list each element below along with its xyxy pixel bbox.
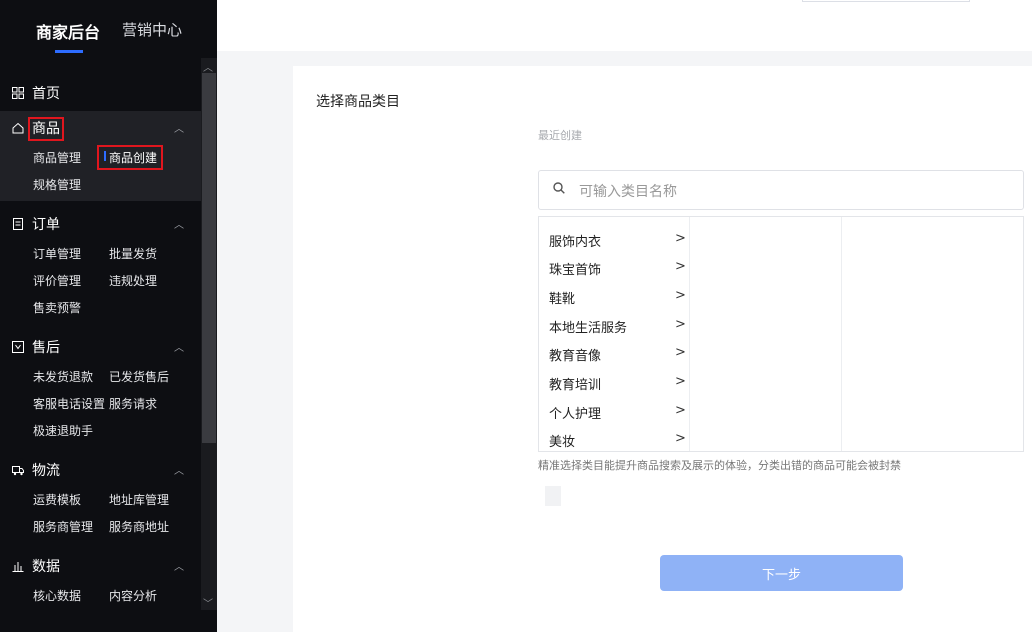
chevron-right-icon: > — [675, 431, 686, 446]
sidebar-item-batch-ship[interactable]: 批量发货 — [109, 245, 157, 262]
category-item[interactable]: 美妆 > — [549, 431, 689, 451]
sidebar-item-home[interactable]: 首页 — [12, 83, 60, 103]
sidebar-group-label: 订单 — [32, 217, 60, 233]
chevron-right-icon: > — [675, 345, 686, 360]
sidebar-item-service-phone[interactable]: 客服电话设置 — [33, 395, 105, 412]
sidebar-item-service-request[interactable]: 服务请求 — [109, 395, 157, 412]
page-title: 选择商品类目 — [316, 94, 400, 110]
document-icon — [13, 218, 23, 230]
chevron-right-icon: > — [675, 317, 686, 332]
category-label: 本地生活服务 — [549, 321, 628, 336]
sidebar-group-data[interactable]: 数据 — [12, 556, 60, 576]
category-label: 教育培训 — [549, 378, 602, 393]
sidebar-item-review-manage[interactable]: 评价管理 — [33, 272, 81, 289]
chevron-right-icon: > — [675, 288, 686, 303]
bar-chart-icon — [12, 562, 24, 572]
sidebar-item-spec-manage[interactable]: 规格管理 — [33, 176, 81, 193]
category-item[interactable]: 教育音像 > — [549, 345, 689, 367]
chevron-up-icon[interactable]: ︿ — [174, 216, 184, 231]
search-icon — [553, 182, 565, 194]
category-hint: 精准选择类目能提升商品搜索及展示的体验，分类出错的商品可能会被封禁 — [538, 459, 901, 472]
sidebar: 商家后台 营销中心 首页 商品 ︿ 商品管理 商品创建 规格管理 订单 ︿ 订单… — [0, 0, 217, 632]
main-header — [217, 0, 1032, 51]
sidebar-group-label: 数据 — [32, 559, 60, 575]
sidebar-group-label: 售后 — [32, 340, 60, 356]
sidebar-item-address-manage[interactable]: 地址库管理 — [109, 491, 169, 508]
tab-marketing-center[interactable]: 营销中心 — [122, 19, 182, 40]
sidebar-item-fast-refund[interactable]: 极速退助手 — [33, 422, 93, 439]
truck-icon — [12, 466, 24, 476]
highlight-box-product-create — [97, 145, 163, 170]
category-item[interactable]: 个人护理 > — [549, 403, 689, 425]
category-item[interactable]: 服饰内衣 > — [549, 231, 689, 253]
chevron-right-icon: > — [675, 374, 686, 389]
sidebar-item-freight-template[interactable]: 运费模板 — [33, 491, 81, 508]
sidebar-item-core-data[interactable]: 核心数据 — [33, 587, 81, 604]
category-label: 美妆 — [549, 435, 576, 450]
sidebar-scroll-thumb[interactable] — [202, 73, 216, 443]
category-columns: 服饰内衣 > 珠宝首饰 > 鞋靴 > 本地生活服务 > 教育音像 > 教育培训 > 个人护理… — [538, 216, 1024, 452]
category-label: 教育音像 — [549, 349, 602, 364]
sidebar-item-label: 首页 — [32, 86, 60, 102]
category-label: 个人护理 — [549, 407, 602, 422]
category-item[interactable]: 鞋靴 > — [549, 288, 689, 310]
chevron-up-icon[interactable]: ︿ — [174, 339, 184, 354]
highlight-box-product — [28, 117, 64, 141]
sidebar-item-content-analysis[interactable]: 内容分析 — [109, 587, 157, 604]
sidebar-item-violation[interactable]: 违规处理 — [109, 272, 157, 289]
category-search[interactable] — [538, 170, 1024, 210]
chevron-right-icon: > — [675, 259, 686, 274]
sidebar-item-product-manage[interactable]: 商品管理 — [33, 149, 81, 166]
search-input[interactable] — [577, 180, 1001, 204]
tab-merchant-backend[interactable]: 商家后台 — [36, 19, 100, 43]
grid-icon — [12, 87, 24, 99]
chevron-right-icon: > — [675, 403, 686, 418]
category-item[interactable]: 珠宝首饰 > — [549, 259, 689, 281]
category-panel: 选择商品类目 最近创建 服饰内衣 > 珠宝首饰 > 鞋靴 > 本地生活服务 > 教育音像… — [293, 66, 1032, 632]
chevron-up-icon[interactable]: ︿ — [174, 462, 184, 477]
column-divider — [689, 217, 690, 451]
sidebar-group-logistics[interactable]: 物流 — [12, 460, 60, 480]
sidebar-item-order-manage[interactable]: 订单管理 — [33, 245, 81, 262]
chevron-right-icon: > — [675, 231, 686, 246]
sidebar-group-order[interactable]: 订单 — [12, 214, 60, 234]
category-item[interactable]: 教育培训 > — [549, 374, 689, 396]
scroll-up-icon[interactable]: ︿ — [203, 59, 213, 74]
return-icon — [12, 341, 24, 353]
recent-created-label[interactable]: 最近创建 — [538, 127, 582, 143]
category-label: 服饰内衣 — [549, 235, 602, 250]
category-label: 鞋靴 — [549, 292, 576, 307]
chevron-up-icon[interactable]: ︿ — [174, 558, 184, 573]
sidebar-group-label: 物流 — [32, 463, 60, 479]
next-step-button[interactable]: 下一步 — [660, 555, 903, 591]
column-divider — [841, 217, 842, 451]
sidebar-item-sale-warning[interactable]: 售卖预警 — [33, 299, 81, 316]
home-icon — [12, 122, 24, 134]
agreement-checkbox[interactable] — [545, 486, 561, 506]
sidebar-item-unshipped-refund[interactable]: 未发货退款 — [33, 368, 93, 385]
active-tab-indicator — [55, 50, 83, 53]
sidebar-item-shipped-aftersale[interactable]: 已发货售后 — [109, 368, 169, 385]
header-input[interactable] — [802, 0, 970, 2]
sidebar-item-provider-address[interactable]: 服务商地址 — [109, 518, 169, 535]
category-label: 珠宝首饰 — [549, 263, 602, 278]
top-tabs: 商家后台 营销中心 — [0, 0, 217, 60]
sidebar-group-aftersale[interactable]: 售后 — [12, 337, 60, 357]
category-item[interactable]: 本地生活服务 > — [549, 317, 689, 339]
chevron-up-icon[interactable]: ︿ — [174, 120, 184, 135]
scroll-down-icon[interactable]: ﹀ — [203, 595, 213, 610]
sidebar-item-provider-manage[interactable]: 服务商管理 — [33, 518, 93, 535]
